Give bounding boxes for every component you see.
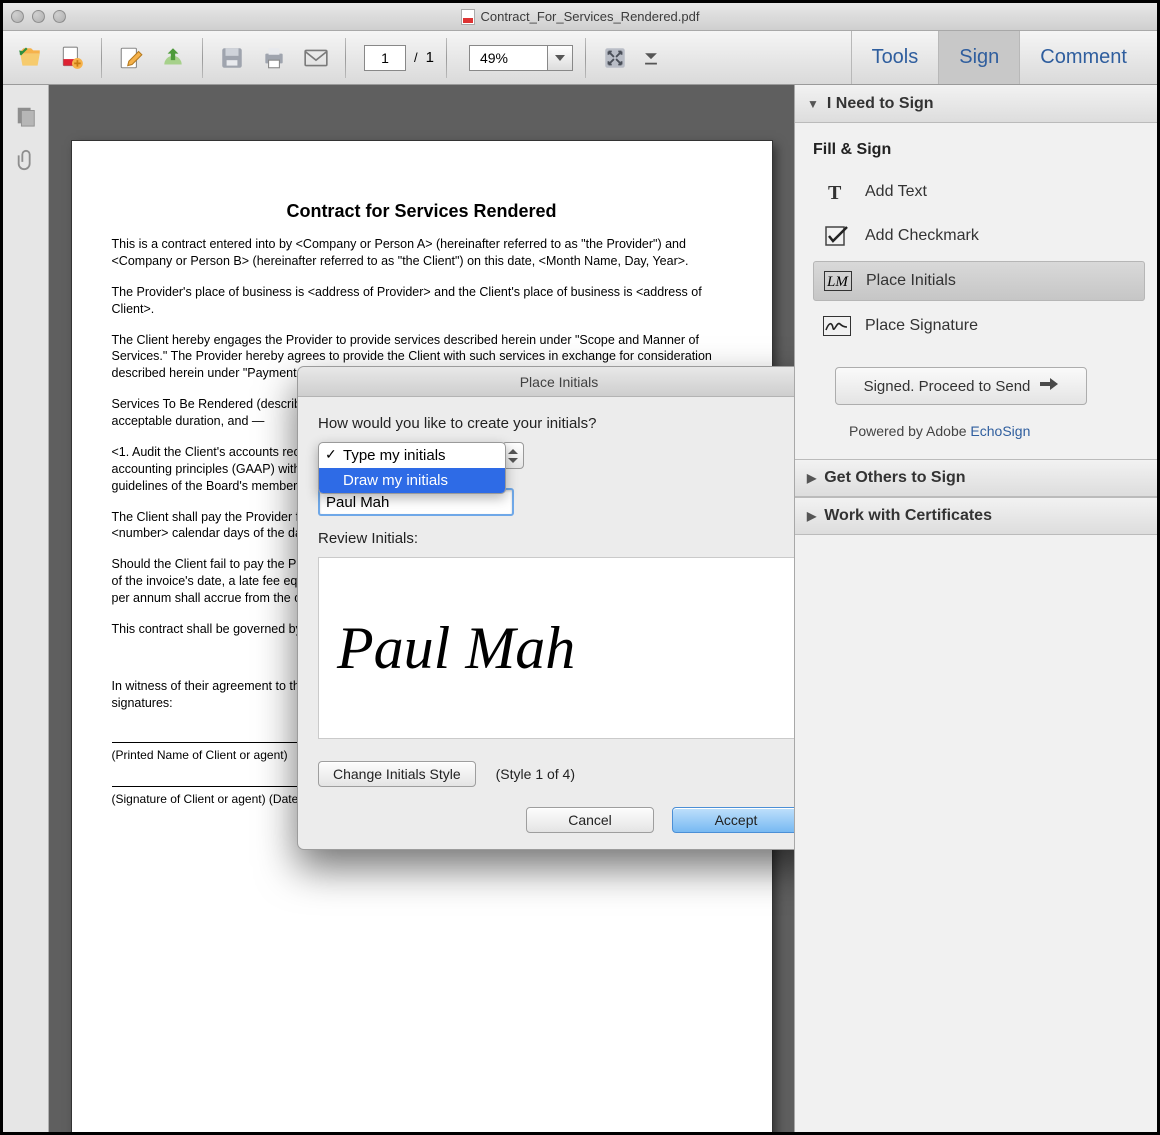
zoom-window-button[interactable] <box>53 10 66 23</box>
attachments-icon[interactable] <box>13 147 39 173</box>
place-initials-dialog: Place Initials How would you like to cre… <box>297 366 794 850</box>
zoom-dropdown-button[interactable] <box>547 45 573 71</box>
disclosure-triangle-right-icon: ▶ <box>807 471 816 485</box>
create-pdf-icon[interactable] <box>55 41 89 75</box>
svg-text:T: T <box>828 182 842 202</box>
save-icon[interactable] <box>215 41 249 75</box>
signature-icon <box>823 315 851 337</box>
change-style-button[interactable]: Change Initials Style <box>318 761 476 787</box>
arrow-right-icon <box>1040 377 1058 395</box>
window-titlebar: Contract_For_Services_Rendered.pdf <box>3 3 1157 31</box>
add-checkmark-item[interactable]: Add Checkmark <box>813 217 1145 255</box>
powered-by-text: Powered by Adobe EchoSign <box>849 423 1145 439</box>
page-total: 1 <box>426 49 434 66</box>
disclosure-triangle-down-icon: ▼ <box>807 97 819 111</box>
sign-panel: ▼ I Need to Sign Fill & Sign T Add Text … <box>794 85 1157 1132</box>
review-label: Review Initials: <box>318 530 794 547</box>
checkmark-icon <box>823 225 851 247</box>
page-number-input[interactable] <box>364 45 406 71</box>
disclosure-triangle-right-icon: ▶ <box>807 509 816 523</box>
app-body: Contract for Services Rendered This is a… <box>3 85 1157 1132</box>
dropdown-option-type[interactable]: Type my initials <box>319 443 505 468</box>
svg-text:LM: LM <box>826 274 849 290</box>
panel-head-get-others[interactable]: ▶ Get Others to Sign <box>795 459 1157 497</box>
text-icon: T <box>823 181 851 203</box>
tab-comment[interactable]: Comment <box>1019 31 1147 84</box>
echosign-link[interactable]: EchoSign <box>970 423 1030 439</box>
page-navigation: / 1 <box>364 45 434 71</box>
doc-paragraph: The Provider's place of business is <add… <box>112 284 732 318</box>
tab-sign[interactable]: Sign <box>938 31 1019 84</box>
tab-tools[interactable]: Tools <box>851 31 939 84</box>
main-toolbar: / 1 49% Tools Sign Comment <box>3 31 1157 85</box>
initials-preview: Paul Mah <box>318 557 794 739</box>
dropdown-menu: Type my initials Draw my initials <box>318 442 506 494</box>
toolbar-more-icon[interactable] <box>640 41 662 75</box>
panel-head-certificates[interactable]: ▶ Work with Certificates <box>795 497 1157 535</box>
zoom-control: 49% <box>469 45 573 71</box>
close-window-button[interactable] <box>11 10 24 23</box>
dialog-prompt: How would you like to create your initia… <box>318 415 794 432</box>
open-icon[interactable] <box>13 41 47 75</box>
place-initials-item[interactable]: LM Place Initials <box>813 261 1145 301</box>
share-icon[interactable] <box>156 41 190 75</box>
right-tabs: Tools Sign Comment <box>851 31 1147 84</box>
minimize-window-button[interactable] <box>32 10 45 23</box>
initials-preview-text: Paul Mah <box>337 614 575 683</box>
dropdown-option-draw[interactable]: Draw my initials <box>319 468 505 493</box>
app-window: Contract_For_Services_Rendered.pdf / 1 4… <box>0 0 1160 1135</box>
nav-rail <box>3 85 49 1132</box>
window-controls <box>11 10 66 23</box>
fill-sign-section: Fill & Sign T Add Text Add Checkmark LM … <box>795 123 1157 459</box>
pdf-file-icon <box>461 9 475 25</box>
page-separator: / <box>414 50 418 65</box>
initials-icon: LM <box>824 270 852 292</box>
accept-button[interactable]: Accept <box>672 807 794 833</box>
dialog-title: Place Initials <box>298 367 794 397</box>
section-title: Fill & Sign <box>813 141 1145 159</box>
print-icon[interactable] <box>257 41 291 75</box>
edit-icon[interactable] <box>114 41 148 75</box>
window-title: Contract_For_Services_Rendered.pdf <box>481 9 700 24</box>
zoom-value[interactable]: 49% <box>469 45 547 71</box>
document-viewport[interactable]: Contract for Services Rendered This is a… <box>49 85 794 1132</box>
doc-paragraph: This is a contract entered into by <Comp… <box>112 236 732 270</box>
thumbnails-icon[interactable] <box>13 103 39 129</box>
proceed-to-send-button[interactable]: Signed. Proceed to Send <box>835 367 1087 405</box>
place-signature-item[interactable]: Place Signature <box>813 307 1145 345</box>
email-icon[interactable] <box>299 41 333 75</box>
style-counter: (Style 1 of 4) <box>496 766 575 782</box>
cancel-button[interactable]: Cancel <box>526 807 654 833</box>
add-text-item[interactable]: T Add Text <box>813 173 1145 211</box>
fit-page-icon[interactable] <box>598 41 632 75</box>
panel-head-need-to-sign[interactable]: ▼ I Need to Sign <box>795 85 1157 123</box>
doc-title: Contract for Services Rendered <box>112 201 732 222</box>
